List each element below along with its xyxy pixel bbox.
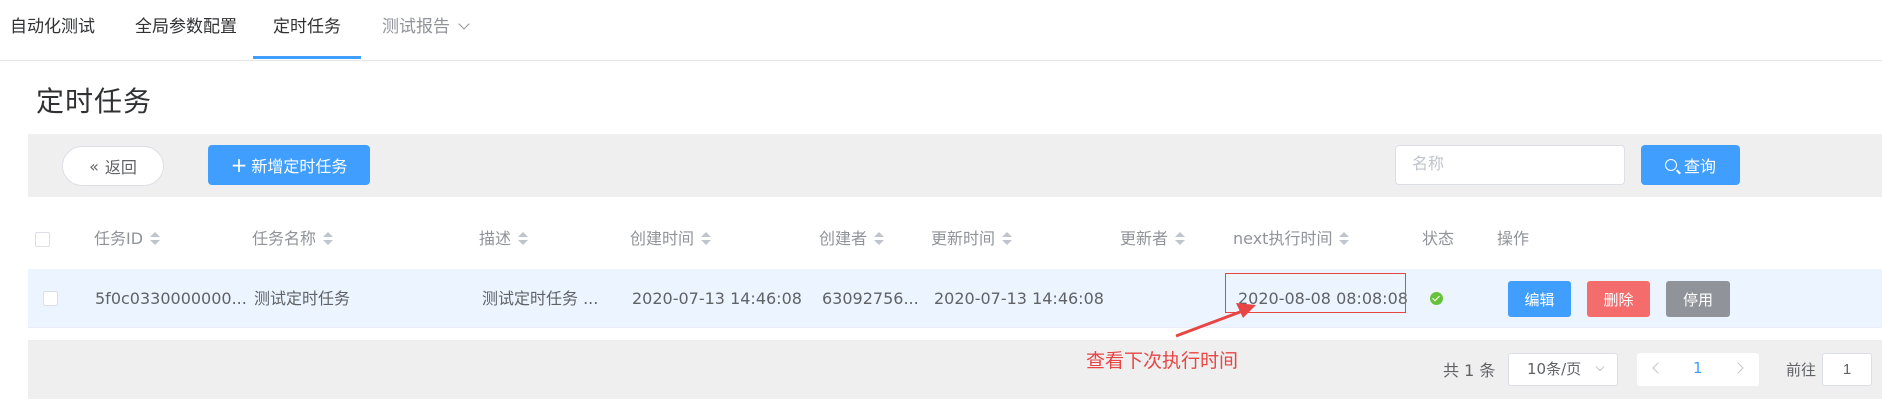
column-header-actions: 操作 xyxy=(1497,229,1530,248)
chevron-left-icon[interactable] xyxy=(1652,362,1664,374)
sort-icon[interactable] xyxy=(1175,232,1186,246)
cell-updated-at: 2020-07-13 14:46:08 xyxy=(934,289,1104,308)
column-header-task-id[interactable]: 任务ID xyxy=(94,214,161,264)
page-navigator: 1 xyxy=(1637,353,1759,386)
goto-page-input[interactable] xyxy=(1822,353,1872,386)
page-size-value: 10条/页 xyxy=(1527,360,1582,378)
delete-button[interactable]: 删除 xyxy=(1587,281,1650,317)
success-icon xyxy=(1430,292,1443,305)
name-search-input[interactable] xyxy=(1395,145,1625,185)
select-all-checkbox[interactable] xyxy=(35,232,50,247)
disable-button[interactable]: 停用 xyxy=(1666,281,1730,317)
cell-description: 测试定时任务 ... xyxy=(482,289,599,308)
top-nav: 自动化测试 全局参数配置 定时任务 测试报告 xyxy=(0,0,1882,61)
cell-task-name: 测试定时任务 xyxy=(254,289,351,308)
column-label: 更新者 xyxy=(1120,229,1169,248)
column-header-status: 状态 xyxy=(1422,229,1455,248)
back-button[interactable]: « 返回 xyxy=(62,146,164,186)
column-header-created-at[interactable]: 创建时间 xyxy=(630,214,712,264)
tab-global-params[interactable]: 全局参数配置 xyxy=(135,0,237,61)
sort-icon[interactable] xyxy=(323,232,334,246)
chevron-down-icon xyxy=(458,18,470,30)
edit-button[interactable]: 编辑 xyxy=(1508,281,1571,317)
sort-icon[interactable] xyxy=(1339,232,1350,246)
sort-icon[interactable] xyxy=(150,232,161,246)
column-header-task-name[interactable]: 任务名称 xyxy=(252,214,334,264)
search-button-label: 查询 xyxy=(1683,157,1716,176)
tab-scheduled-tasks[interactable]: 定时任务 xyxy=(273,0,341,61)
column-header-updated-at[interactable]: 更新时间 xyxy=(931,214,1013,264)
column-header-next-run[interactable]: next执行时间 xyxy=(1233,214,1350,264)
chevron-down-icon xyxy=(1595,362,1605,372)
tab-test-report[interactable]: 测试报告 xyxy=(382,0,470,61)
plus-icon: + xyxy=(230,153,248,177)
sort-icon[interactable] xyxy=(701,232,712,246)
cell-created-at: 2020-07-13 14:46:08 xyxy=(632,289,802,308)
table-header: 任务ID 任务名称 描述 创建时间 创建者 更新时间 更新者 next执行时间 … xyxy=(28,214,1882,264)
column-label: 创建时间 xyxy=(630,229,695,248)
pagination-total: 共 1 条 xyxy=(1443,361,1496,380)
chevron-right-icon[interactable] xyxy=(1732,362,1744,374)
search-button[interactable]: 查询 xyxy=(1641,145,1740,185)
add-button-label: 新增定时任务 xyxy=(251,157,348,176)
toolbar: « 返回 + 新增定时任务 查询 xyxy=(28,134,1882,197)
tab-test-report-label: 测试报告 xyxy=(382,17,450,37)
tab-automation-test[interactable]: 自动化测试 xyxy=(10,0,95,61)
column-header-updater[interactable]: 更新者 xyxy=(1120,214,1186,264)
column-label: 创建者 xyxy=(819,229,868,248)
page-title: 定时任务 xyxy=(36,85,153,118)
pagination-bar: 共 1 条 10条/页 1 前往 页 xyxy=(28,340,1882,399)
column-label: next执行时间 xyxy=(1233,229,1333,248)
current-page[interactable]: 1 xyxy=(1693,359,1703,377)
active-tab-indicator xyxy=(253,56,361,59)
page-size-select[interactable]: 10条/页 xyxy=(1508,353,1618,386)
column-label: 任务ID xyxy=(94,229,144,248)
sort-icon[interactable] xyxy=(518,232,529,246)
cell-task-id: 5f0c0330000000... xyxy=(95,289,247,308)
goto-label: 前往 xyxy=(1786,361,1817,379)
column-label: 描述 xyxy=(479,229,512,248)
column-header-description[interactable]: 描述 xyxy=(479,214,529,264)
sort-icon[interactable] xyxy=(874,232,885,246)
column-header-creator[interactable]: 创建者 xyxy=(819,214,885,264)
annotation-text: 查看下次执行时间 xyxy=(1086,350,1239,372)
double-chevron-left-icon: « xyxy=(89,156,99,176)
cell-creator: 63092756... xyxy=(822,289,919,308)
add-scheduled-task-button[interactable]: + 新增定时任务 xyxy=(208,145,370,185)
next-run-highlight-box xyxy=(1225,273,1406,313)
row-checkbox[interactable] xyxy=(43,291,58,306)
search-icon xyxy=(1664,159,1677,171)
back-button-label: 返回 xyxy=(104,158,137,177)
column-label: 更新时间 xyxy=(931,229,996,248)
column-label: 任务名称 xyxy=(252,229,317,248)
sort-icon[interactable] xyxy=(1002,232,1013,246)
